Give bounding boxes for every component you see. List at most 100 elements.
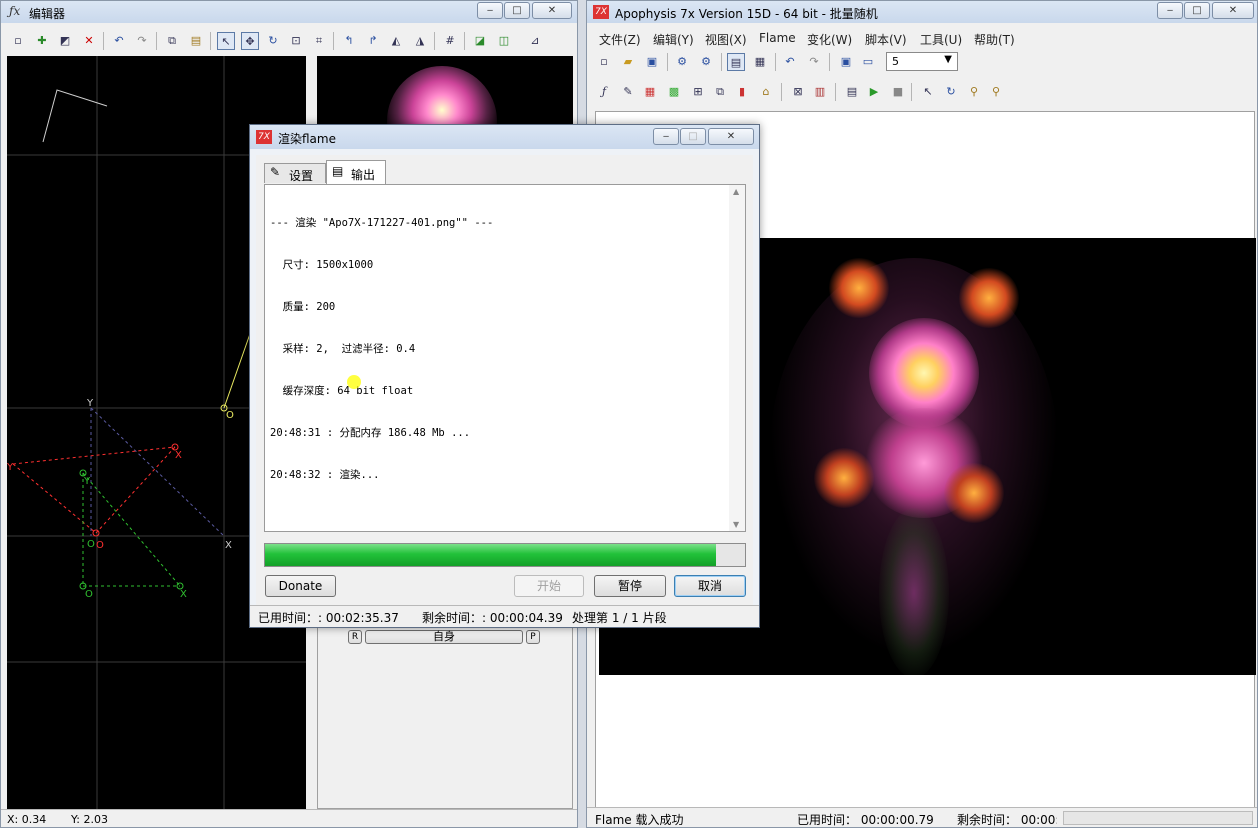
copy-icon[interactable]: ⧉ bbox=[163, 32, 181, 50]
start-button[interactable]: 开始 bbox=[514, 575, 584, 597]
menu-help[interactable]: 帮助(T) bbox=[974, 31, 1015, 48]
move-mode-icon[interactable]: ✥ bbox=[241, 32, 259, 50]
scale-mode-icon[interactable]: ⊡ bbox=[287, 32, 305, 50]
rotate-right-icon[interactable]: ↱ bbox=[364, 32, 382, 50]
run-script-icon[interactable]: ▶ bbox=[865, 83, 883, 101]
open-file-icon[interactable]: ▰ bbox=[619, 53, 637, 71]
random-batch-icon[interactable]: ⚙ bbox=[697, 53, 715, 71]
stop-script-icon[interactable]: ■ bbox=[889, 83, 907, 101]
minimize-button[interactable]: ‒ bbox=[1157, 2, 1183, 19]
fractal-blossom-right bbox=[959, 268, 1019, 328]
cancel-button[interactable]: 取消 bbox=[674, 575, 746, 597]
redo-icon[interactable]: ↷ bbox=[133, 32, 151, 50]
toolbar-separator bbox=[911, 83, 912, 101]
scroll-down-icon[interactable]: ▼ bbox=[733, 520, 739, 529]
minimize-button[interactable]: ‒ bbox=[653, 128, 679, 145]
mutate-icon[interactable]: ⊞ bbox=[689, 83, 707, 101]
gradient-icon[interactable]: ▦ bbox=[641, 83, 659, 101]
reset-r-button[interactable]: R bbox=[348, 630, 362, 644]
render-log[interactable]: --- 渲染 "Apo7X-171227-401.png"" --- 尺寸: 1… bbox=[264, 184, 746, 532]
list-view-icon[interactable]: ▤ bbox=[727, 53, 745, 71]
close-button[interactable]: ✕ bbox=[708, 128, 754, 145]
tab-settings[interactable]: ✎ 设置 bbox=[264, 163, 326, 183]
fx-editor-icon[interactable]: ƒ bbox=[595, 83, 613, 101]
log-line: 20:48:31 : 分配内存 186.48 Mb ... bbox=[270, 427, 471, 439]
main-titlebar[interactable]: 7X Apophysis 7x Version 15D - 64 bit - 批… bbox=[587, 1, 1257, 23]
editor-control-pane: R 自身 P bbox=[317, 625, 573, 809]
paste-icon[interactable]: ▤ bbox=[187, 32, 205, 50]
log-scrollbar[interactable]: ▲ ▼ bbox=[729, 185, 745, 531]
render-progress-bar bbox=[264, 543, 746, 567]
pre-affine-icon[interactable]: ◪ bbox=[471, 32, 489, 50]
maximize-button[interactable]: □ bbox=[1184, 2, 1210, 19]
select-mode-icon[interactable]: ↖ bbox=[217, 32, 235, 50]
preview-icon[interactable]: ▭ bbox=[859, 53, 877, 71]
menu-variation[interactable]: 变化(W) bbox=[807, 31, 852, 48]
menu-flame[interactable]: Flame bbox=[759, 31, 796, 45]
tab-output[interactable]: ▤ 输出 bbox=[326, 160, 386, 184]
editor-titlebar[interactable]: ƒx 编辑器 ‒ □ ✕ bbox=[1, 1, 577, 23]
axis-label-o: O bbox=[226, 410, 234, 421]
zoom-in-icon[interactable]: ⚲ bbox=[965, 83, 983, 101]
menu-tools[interactable]: 工具(U) bbox=[920, 31, 962, 48]
post-affine-icon[interactable]: ◫ bbox=[495, 32, 513, 50]
self-button[interactable]: 自身 bbox=[365, 630, 523, 644]
reset-p-button[interactable]: P bbox=[526, 630, 540, 644]
settings-gear-icon[interactable]: ⚙ bbox=[673, 53, 691, 71]
menu-edit[interactable]: 编辑(Y) bbox=[653, 31, 694, 48]
undo-icon[interactable]: ↶ bbox=[110, 32, 128, 50]
toolbar-separator bbox=[721, 53, 722, 71]
script-editor-icon[interactable]: ▤ bbox=[843, 83, 861, 101]
rotate-mode-icon[interactable]: ↻ bbox=[264, 32, 282, 50]
render-progress-fill bbox=[265, 544, 717, 566]
donate-button[interactable]: Donate bbox=[265, 575, 336, 597]
rotate-icon[interactable]: ↻ bbox=[942, 83, 960, 101]
adjust-icon[interactable]: ✎ bbox=[619, 83, 637, 101]
menu-script[interactable]: 脚本(V) bbox=[865, 31, 907, 48]
flip-horizontal-icon[interactable]: ◭ bbox=[387, 32, 405, 50]
grid-icon[interactable]: # bbox=[441, 32, 459, 50]
flip-vertical-icon[interactable]: ◮ bbox=[411, 32, 429, 50]
rotate-left-icon[interactable]: ↰ bbox=[340, 32, 358, 50]
zoom-out-icon[interactable]: ⚲ bbox=[987, 83, 1005, 101]
pause-button[interactable]: 暂停 bbox=[594, 575, 666, 597]
toolbar-separator bbox=[835, 83, 836, 101]
delete-transform-icon[interactable]: ✕ bbox=[80, 32, 98, 50]
minimize-button[interactable]: ‒ bbox=[477, 2, 503, 19]
icon-view-icon[interactable]: ▦ bbox=[751, 53, 769, 71]
maximize-button[interactable]: □ bbox=[504, 2, 530, 19]
save-file-icon[interactable]: ▣ bbox=[643, 53, 661, 71]
close-button[interactable]: ✕ bbox=[532, 2, 572, 19]
menu-file[interactable]: 文件(Z) bbox=[599, 31, 641, 48]
render-icon[interactable]: ▮ bbox=[733, 83, 751, 101]
fractal-blossom-left bbox=[829, 258, 889, 318]
palette-icon[interactable]: ▩ bbox=[665, 83, 683, 101]
flip-mode-icon[interactable]: ⌗ bbox=[310, 32, 328, 50]
log-line: 质量: 200 bbox=[270, 301, 336, 313]
red-axis-label-x: X bbox=[175, 450, 182, 461]
duplicate-transform-icon[interactable]: ◩ bbox=[56, 32, 74, 50]
menu-view[interactable]: 视图(X) bbox=[705, 31, 747, 48]
select-cursor-icon[interactable]: ↖ bbox=[919, 83, 937, 101]
browser-icon[interactable]: ⧉ bbox=[711, 83, 729, 101]
full-screen-icon[interactable]: ▣ bbox=[837, 53, 855, 71]
render-dialog-titlebar[interactable]: 7X 渲染flame ‒ □ ✕ bbox=[250, 125, 759, 149]
reset-icon[interactable]: ⊿ bbox=[526, 32, 544, 50]
zoom-select[interactable]: 5 ▼ bbox=[886, 52, 958, 71]
toolbar-separator bbox=[829, 53, 830, 71]
add-transform-icon[interactable]: ✚ bbox=[33, 32, 51, 50]
grid-view-icon[interactable]: ▥ bbox=[811, 83, 829, 101]
close-button[interactable]: ✕ bbox=[1212, 2, 1254, 19]
transparency-icon[interactable]: ⊠ bbox=[789, 83, 807, 101]
new-file-icon[interactable]: ▫ bbox=[595, 53, 613, 71]
new-transform-icon[interactable]: ▫ bbox=[9, 32, 27, 50]
chevron-down-icon[interactable]: ▼ bbox=[944, 54, 952, 65]
log-line: 采样: 2, 过滤半径: 0.4 bbox=[270, 343, 416, 355]
scroll-up-icon[interactable]: ▲ bbox=[733, 187, 739, 196]
export-icon[interactable]: ⌂ bbox=[757, 83, 775, 101]
undo-icon[interactable]: ↶ bbox=[781, 53, 799, 71]
redo-icon[interactable]: ↷ bbox=[805, 53, 823, 71]
toolbar-separator bbox=[775, 53, 776, 71]
maximize-button[interactable]: □ bbox=[680, 128, 706, 145]
status-progress-bar bbox=[1063, 811, 1253, 825]
